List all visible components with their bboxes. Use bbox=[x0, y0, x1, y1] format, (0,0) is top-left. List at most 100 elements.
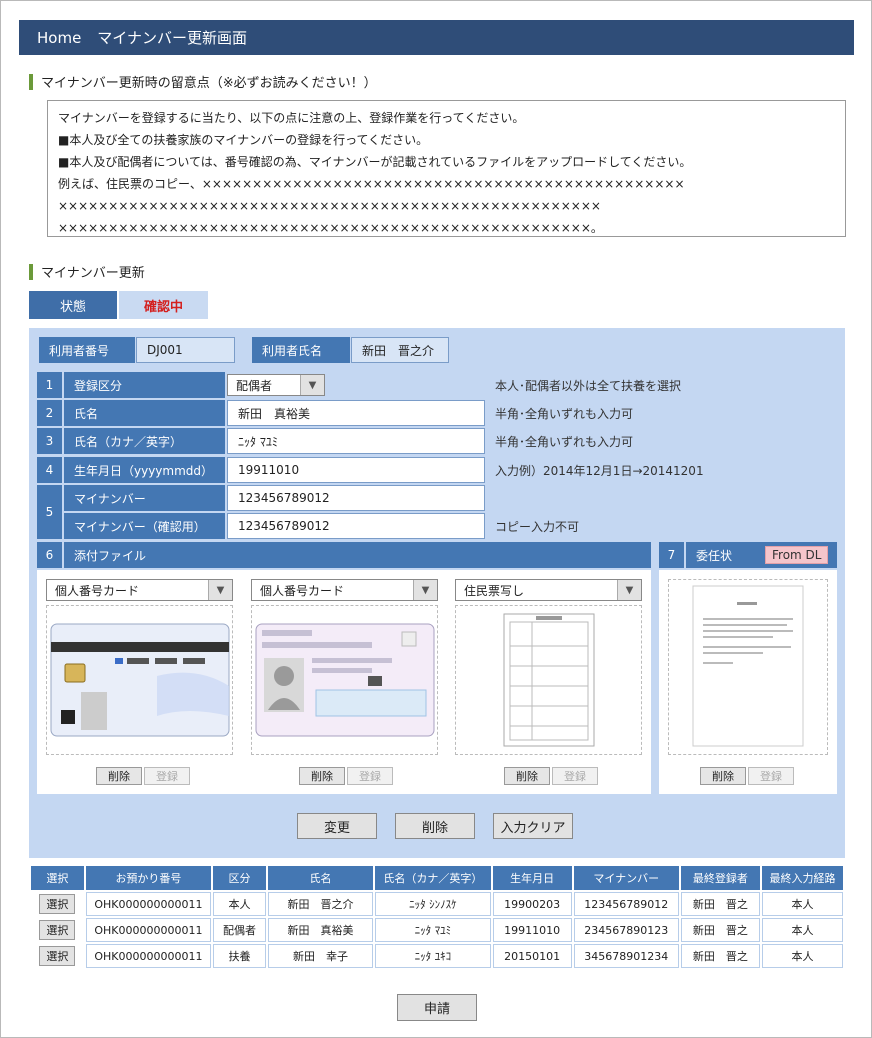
row-num: 4 bbox=[37, 457, 63, 483]
cell-last-registrant: 新田 晋之 bbox=[680, 944, 760, 968]
notice-box: マイナンバーを登録するに当たり、以下の点に注意の上、登録作業を行ってください。 … bbox=[47, 100, 846, 237]
register-proxy-button[interactable]: 登録 bbox=[748, 767, 794, 785]
birthdate-input[interactable]: 19911010 bbox=[227, 457, 485, 483]
delete-file-2-button[interactable]: 削除 bbox=[299, 767, 345, 785]
proxy-letter-document-icon bbox=[692, 585, 804, 747]
select-cell: 選択 bbox=[31, 944, 84, 968]
notice-line: ■本人及び全ての扶養家族のマイナンバーの登録を行ってください。 bbox=[58, 133, 429, 147]
row-num: 3 bbox=[37, 428, 63, 454]
cell-last-registrant: 新田 晋之 bbox=[680, 892, 760, 916]
resident-record-document-icon bbox=[503, 613, 595, 747]
mynumber-input[interactable]: 123456789012 bbox=[227, 485, 485, 511]
register-file-1-button[interactable]: 登録 bbox=[144, 767, 190, 785]
apply-button[interactable]: 申請 bbox=[397, 994, 477, 1021]
hint-kana: 半角･全角いずれも入力可 bbox=[495, 434, 634, 449]
select-row-button[interactable]: 選択 bbox=[39, 946, 76, 966]
cell-mynumber: 345678901234 bbox=[573, 944, 679, 968]
notice-title-text: マイナンバー更新時の留意点（※必ずお読みください！） bbox=[41, 76, 377, 91]
cell-kana: ﾆｯﾀ ｼﾝﾉｽｹ bbox=[375, 892, 491, 916]
cell-name: 新田 晋之介 bbox=[267, 892, 374, 916]
chevron-down-icon[interactable]: ▼ bbox=[413, 580, 437, 600]
notice-line: ××××××××××××××××××××××××××××××××××××××××… bbox=[58, 199, 601, 213]
delete-proxy-button[interactable]: 削除 bbox=[700, 767, 746, 785]
chevron-down-icon[interactable]: ▼ bbox=[617, 580, 641, 600]
field-label-name: 氏名 bbox=[64, 400, 225, 426]
page-frame: Home マイナンバー更新画面 マイナンバー更新時の留意点（※必ずお読みください… bbox=[0, 0, 872, 1038]
row-num: 2 bbox=[37, 400, 63, 426]
col-birthdate: 生年月日 bbox=[492, 866, 572, 890]
col-category: 区分 bbox=[213, 866, 266, 890]
select-row-button[interactable]: 選択 bbox=[39, 894, 76, 914]
cell-id: OHK000000000011 bbox=[85, 892, 212, 916]
user-id-value: DJ001 bbox=[136, 337, 235, 363]
section-marker bbox=[29, 73, 33, 90]
notice-line: マイナンバーを登録するに当たり、以下の点に注意の上、登録作業を行ってください。 bbox=[58, 111, 525, 125]
chevron-down-icon[interactable]: ▼ bbox=[300, 375, 324, 395]
delete-file-1-button[interactable]: 削除 bbox=[96, 767, 142, 785]
user-id-label: 利用者番号 bbox=[39, 337, 135, 363]
mynumber-card-back-icon bbox=[50, 623, 230, 737]
cell-kana: ﾆｯﾀ ﾏﾕﾐ bbox=[375, 918, 491, 942]
col-select: 選択 bbox=[31, 866, 84, 890]
cell-last-registrant: 新田 晋之 bbox=[680, 918, 760, 942]
cell-category: 扶養 bbox=[213, 944, 266, 968]
hint-name: 半角･全角いずれも入力可 bbox=[495, 406, 634, 421]
table-row: 選択 OHK000000000011 扶養 新田 幸子 ﾆｯﾀ ﾕｷｺ 2015… bbox=[31, 944, 843, 968]
delete-file-3-button[interactable]: 削除 bbox=[504, 767, 550, 785]
change-button[interactable]: 変更 bbox=[297, 813, 377, 839]
col-mynumber: マイナンバー bbox=[573, 866, 679, 890]
section-title: マイナンバー更新 bbox=[29, 262, 145, 281]
select-row-button[interactable]: 選択 bbox=[39, 920, 76, 940]
field-label-mynumber: マイナンバー bbox=[64, 485, 225, 511]
name-input[interactable]: 新田 真裕美 bbox=[227, 400, 485, 426]
file-preview-1[interactable] bbox=[46, 605, 233, 755]
col-name: 氏名 bbox=[267, 866, 374, 890]
delete-button[interactable]: 削除 bbox=[395, 813, 475, 839]
hint-mynumber-confirm: コピー入力不可 bbox=[495, 519, 580, 534]
from-dl-button[interactable]: From DL bbox=[765, 546, 829, 564]
chevron-down-icon[interactable]: ▼ bbox=[208, 580, 232, 600]
user-name-value: 新田 晋之介 bbox=[351, 337, 449, 363]
notice-line: ■本人及び配偶者については、番号確認の為、マイナンバーが記載されているファイルを… bbox=[58, 155, 692, 169]
row-num: 7 bbox=[659, 542, 685, 568]
col-last-registrant: 最終登録者 bbox=[680, 866, 760, 890]
row-num: 1 bbox=[37, 372, 63, 398]
notice-line: 例えば、住民票のコピー、××××××××××××××××××××××××××××… bbox=[58, 177, 685, 191]
register-file-2-button[interactable]: 登録 bbox=[347, 767, 393, 785]
kana-input[interactable]: ﾆｯﾀ ﾏﾕﾐ bbox=[227, 428, 485, 454]
hint-birthdate: 入力例）2014年12月1日→20141201 bbox=[495, 463, 704, 478]
cell-category: 配偶者 bbox=[213, 918, 266, 942]
field-label-category: 登録区分 bbox=[64, 372, 225, 398]
home-link[interactable]: Home bbox=[37, 29, 81, 47]
page-title: マイナンバー更新画面 bbox=[97, 29, 247, 47]
col-kana: 氏名（カナ／英字） bbox=[375, 866, 491, 890]
clear-input-button[interactable]: 入力クリア bbox=[493, 813, 573, 839]
category-select[interactable]: 配偶者 ▼ bbox=[227, 374, 325, 396]
table-row: 選択 OHK000000000011 配偶者 新田 真裕美 ﾆｯﾀ ﾏﾕﾐ 19… bbox=[31, 918, 843, 942]
file-type-value: 個人番号カード bbox=[55, 583, 140, 598]
cell-id: OHK000000000011 bbox=[85, 918, 212, 942]
mynumber-confirm-input[interactable]: 123456789012 bbox=[227, 513, 485, 539]
cell-last-route: 本人 bbox=[761, 892, 843, 916]
hint-category: 本人･配偶者以外は全て扶養を選択 bbox=[495, 378, 682, 393]
registration-panel: 利用者番号 DJ001 利用者氏名 新田 晋之介 1 登録区分 配偶者 ▼ 本人… bbox=[29, 328, 845, 858]
row-num: 6 bbox=[37, 542, 63, 568]
col-id: お預かり番号 bbox=[85, 866, 212, 890]
file-type-select-1[interactable]: 個人番号カード ▼ bbox=[46, 579, 233, 601]
cell-birthdate: 19900203 bbox=[492, 892, 572, 916]
page-header: Home マイナンバー更新画面 bbox=[19, 20, 854, 55]
select-cell: 選択 bbox=[31, 918, 84, 942]
cell-name: 新田 幸子 bbox=[267, 944, 374, 968]
status-badge: 確認中 bbox=[119, 291, 208, 319]
proxy-preview[interactable] bbox=[668, 579, 828, 755]
row-num: 5 bbox=[37, 485, 63, 539]
field-label-birthdate: 生年月日（yyyymmdd） bbox=[64, 457, 225, 483]
file-type-select-3[interactable]: 住民票写し ▼ bbox=[455, 579, 642, 601]
register-file-3-button[interactable]: 登録 bbox=[552, 767, 598, 785]
select-cell: 選択 bbox=[31, 892, 84, 916]
file-type-select-2[interactable]: 個人番号カード ▼ bbox=[251, 579, 438, 601]
file-preview-3[interactable] bbox=[455, 605, 642, 755]
file-type-value: 住民票写し bbox=[464, 583, 525, 598]
file-preview-2[interactable] bbox=[251, 605, 438, 755]
attach-label: 添付ファイル bbox=[64, 542, 651, 568]
